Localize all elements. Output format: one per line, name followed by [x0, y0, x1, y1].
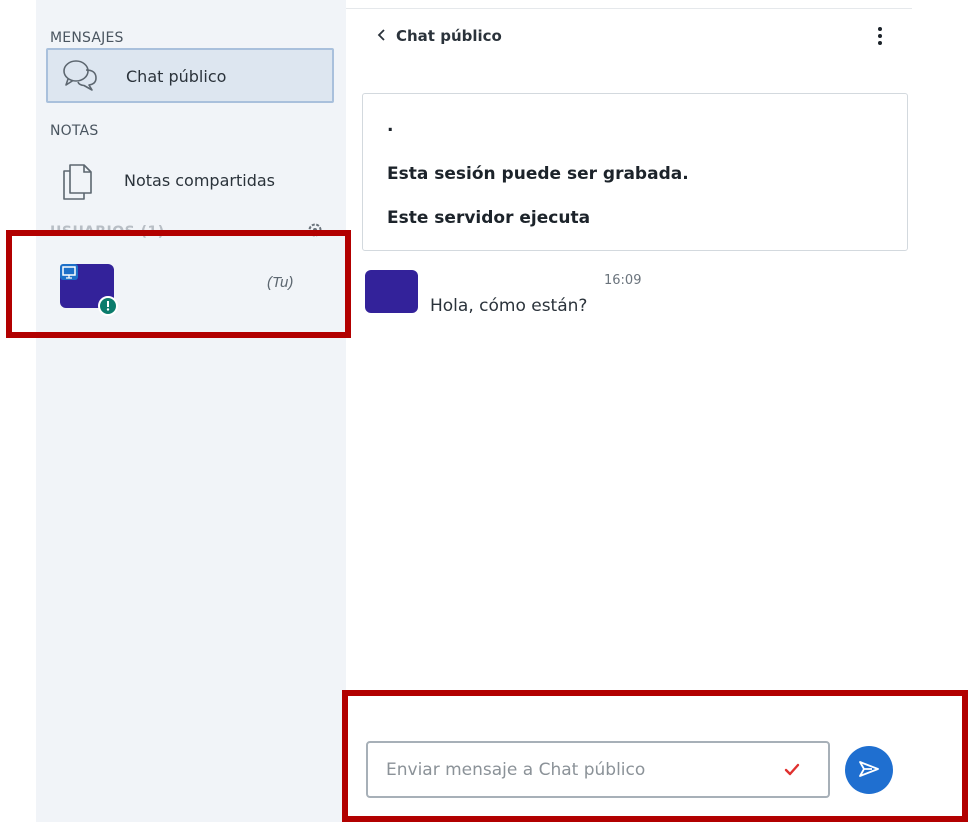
message-timestamp: 16:09: [604, 273, 642, 288]
sidebar-item-label: Notas compartidas: [124, 171, 275, 190]
current-user-you-label: (Tu): [267, 274, 294, 291]
messages-section-title: MENSAJES: [50, 30, 124, 46]
presenter-icon: [60, 264, 78, 280]
sidebar-item-shared-notes[interactable]: Notas compartidas: [46, 155, 334, 207]
kebab-menu-icon[interactable]: [872, 24, 888, 48]
chat-title: Chat público: [396, 27, 502, 45]
send-icon: [858, 760, 880, 781]
recording-notice: Esta sesión puede ser grabada.: [387, 164, 689, 184]
welcome-dot: .: [387, 116, 394, 136]
sidebar: MENSAJES Chat público NOTAS Notas compar…: [36, 0, 346, 822]
sidebar-item-public-chat[interactable]: Chat público: [46, 48, 334, 103]
moderator-icon: [98, 296, 118, 316]
chat-bubbles-icon: [62, 58, 100, 96]
avatar: [60, 264, 118, 316]
gear-icon[interactable]: [306, 221, 324, 239]
message-text: Hola, cómo están?: [430, 296, 588, 316]
top-divider: [346, 8, 912, 9]
chat-header: Chat público: [376, 22, 896, 52]
chat-input[interactable]: [384, 753, 768, 787]
notes-icon: [60, 161, 96, 205]
spellcheck-icon: [782, 761, 802, 777]
back-button[interactable]: Chat público: [376, 22, 502, 50]
send-button[interactable]: [845, 746, 893, 794]
notes-section-title: NOTAS: [50, 123, 99, 139]
welcome-message: . Esta sesión puede ser grabada. Este se…: [362, 93, 908, 251]
users-section-title: USUARIOS (1): [50, 224, 165, 240]
chevron-left-icon: [376, 27, 386, 46]
sidebar-item-label: Chat público: [126, 67, 227, 86]
chat-input-container: [366, 741, 830, 798]
user-list-item-current[interactable]: (Tu): [60, 260, 320, 320]
avatar: [365, 270, 418, 313]
server-notice: Este servidor ejecuta: [387, 208, 591, 228]
